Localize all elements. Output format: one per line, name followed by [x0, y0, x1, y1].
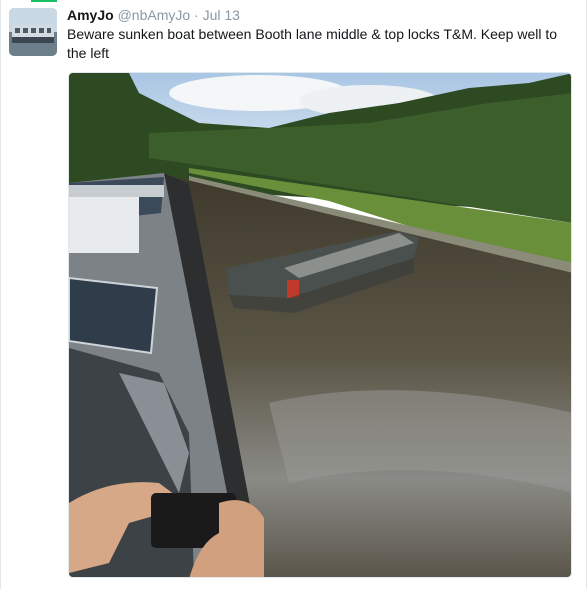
conversation-thread-line	[31, 0, 57, 2]
tweet-card[interactable]: AmyJo @nbAmyJo · Jul 13 Beware sunken bo…	[0, 0, 587, 589]
tweet-text: Beware sunken boat between Booth lane mi…	[67, 26, 558, 61]
username-link[interactable]: @nbAmyJo	[118, 7, 191, 23]
fullname-link[interactable]: AmyJo	[67, 7, 114, 23]
narrowboat-avatar-icon	[9, 8, 57, 56]
avatar[interactable]	[9, 8, 57, 56]
tweet-photo[interactable]	[68, 72, 572, 578]
separator-dot: ·	[194, 7, 199, 23]
canal-sunken-boat-photo	[69, 73, 571, 577]
tweet-header: AmyJo @nbAmyJo · Jul 13	[67, 6, 240, 24]
timestamp-link[interactable]: Jul 13	[203, 7, 240, 23]
